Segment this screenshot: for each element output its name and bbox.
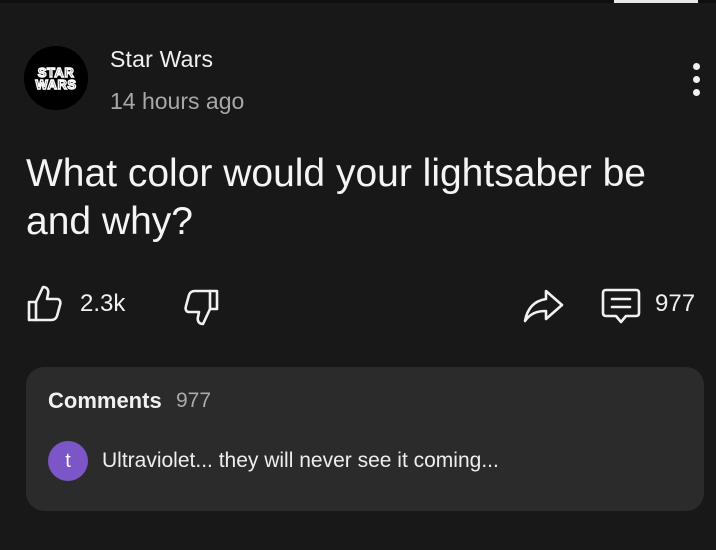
commenter-avatar[interactable]: t [48,441,88,481]
star-wars-logo: STAR WARS [24,46,88,110]
thumb-up-icon[interactable] [26,283,62,323]
post-text: What color would your lightsaber be and … [26,152,646,243]
like-count: 2.3k [80,290,126,317]
channel-name[interactable]: Star Wars [110,46,213,73]
comment-bubble-icon[interactable] [600,287,642,325]
comment-count: 977 [655,290,696,317]
comments-panel[interactable]: Comments 977 t Ultraviolet... they will … [26,367,704,511]
thumb-down-icon[interactable] [184,288,220,328]
more-vert-icon[interactable] [684,60,708,98]
svg-text:WARS: WARS [36,77,77,92]
post-timestamp: 14 hours ago [110,88,245,114]
community-post: STAR WARS Star Wars 14 hours ago What co… [0,0,716,550]
top-comment-text: Ultraviolet... they will never see it co… [102,449,499,472]
channel-avatar[interactable]: STAR WARS [24,46,88,110]
comments-title: Comments [48,388,162,413]
comments-count: 977 [176,389,212,412]
share-arrow-icon[interactable] [522,286,566,326]
